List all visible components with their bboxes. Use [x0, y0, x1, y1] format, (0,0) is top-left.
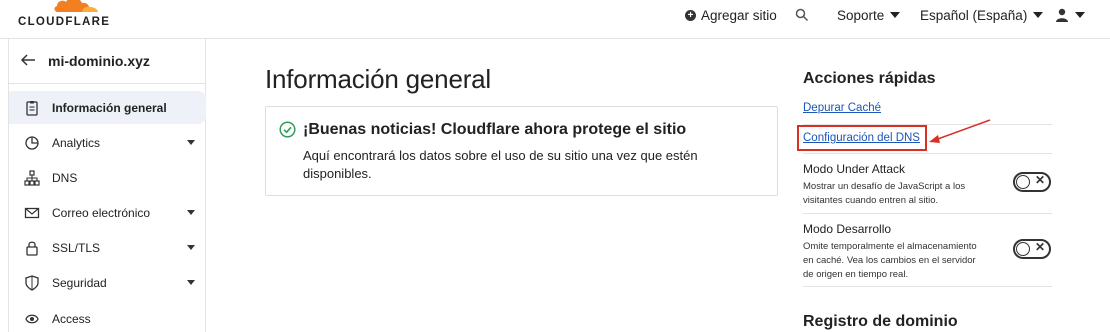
- sidebar: mi-dominio.xyz Información general Analy…: [8, 39, 206, 332]
- site-name: mi-dominio.xyz: [48, 53, 150, 69]
- top-bar: CLOUDFLARE + Agregar sitio Soporte Españ…: [0, 0, 1110, 39]
- purge-cache-link[interactable]: Depurar Caché: [803, 102, 881, 114]
- site-header: mi-dominio.xyz: [9, 39, 206, 84]
- back-arrow-icon[interactable]: [20, 53, 36, 67]
- chevron-down-icon: [187, 280, 195, 285]
- sidebar-item-label: Seguridad: [52, 275, 107, 290]
- sidebar-item-label: Información general: [52, 100, 167, 115]
- toggle-knob: [1016, 242, 1030, 256]
- divider: [803, 153, 1052, 154]
- user-icon: [1056, 8, 1068, 22]
- sidebar-item-dns[interactable]: DNS: [9, 161, 206, 194]
- dev-mode-description: Omite temporalmente el almacenamiento en…: [803, 241, 977, 280]
- plus-icon: +: [685, 9, 696, 21]
- search-button[interactable]: [795, 7, 809, 23]
- sidebar-item-access[interactable]: Access: [9, 302, 206, 332]
- clipboard-icon: [26, 101, 38, 116]
- chevron-down-icon: [1075, 12, 1085, 18]
- access-icon: [25, 314, 39, 324]
- dev-mode-toggle[interactable]: ✕: [1013, 239, 1051, 259]
- sidebar-item-ssl-tls[interactable]: SSL/TLS: [9, 231, 206, 264]
- notice-body: Aquí encontrará los datos sobre el uso d…: [303, 148, 698, 181]
- domain-registration-title: Registro de dominio: [803, 313, 958, 330]
- sidebar-item-label: Correo electrónico: [52, 205, 151, 220]
- cloudflare-logo[interactable]: CLOUDFLARE: [18, 0, 111, 30]
- dns-config-link[interactable]: Configuración del DNS: [803, 132, 920, 144]
- sidebar-item-analytics[interactable]: Analytics: [9, 126, 206, 159]
- check-circle-icon: [279, 121, 296, 138]
- support-label: Soporte: [837, 7, 885, 23]
- chevron-down-icon: [890, 12, 901, 18]
- sidebar-item-label: SSL/TLS: [52, 240, 101, 255]
- under-attack-title: Modo Under Attack: [803, 162, 906, 176]
- chevron-down-icon: [187, 210, 195, 215]
- under-attack-toggle[interactable]: ✕: [1013, 172, 1051, 192]
- toggle-knob: [1016, 175, 1030, 189]
- dev-mode-title: Modo Desarrollo: [803, 222, 892, 236]
- chevron-down-icon: [187, 140, 195, 145]
- shield-icon: [25, 275, 39, 291]
- lock-icon: [26, 241, 38, 256]
- quick-actions-title: Acciones rápidas: [803, 70, 936, 87]
- close-icon: ✕: [1034, 173, 1045, 187]
- add-site-button[interactable]: + Agregar sitio: [685, 7, 777, 23]
- sidebar-item-label: Analytics: [52, 135, 101, 150]
- sidebar-item-label: DNS: [52, 170, 78, 185]
- chevron-down-icon: [187, 245, 195, 250]
- cloud-logo-icon: [54, 0, 98, 12]
- network-icon: [24, 170, 40, 186]
- notice-title: ¡Buenas noticias! Cloudflare ahora prote…: [303, 121, 687, 138]
- divider: [803, 286, 1052, 287]
- chart-pie-icon: [25, 136, 39, 150]
- success-notice: ¡Buenas noticias! Cloudflare ahora prote…: [265, 106, 778, 196]
- close-icon: ✕: [1034, 240, 1045, 254]
- logo-text: CLOUDFLARE: [18, 16, 111, 28]
- email-icon: [24, 207, 40, 219]
- sidebar-item-email[interactable]: Correo electrónico: [9, 196, 206, 229]
- sidebar-item-security[interactable]: Seguridad: [9, 266, 206, 299]
- page-title: Información general: [265, 64, 491, 94]
- language-label: Español (España): [920, 7, 1028, 23]
- support-menu[interactable]: Soporte: [837, 7, 901, 23]
- divider: [803, 213, 1052, 214]
- user-menu[interactable]: [1055, 7, 1085, 23]
- chevron-down-icon: [1033, 12, 1044, 18]
- add-site-label: Agregar sitio: [701, 7, 777, 23]
- language-menu[interactable]: Español (España): [920, 7, 1044, 23]
- sidebar-item-overview[interactable]: Información general: [9, 91, 206, 124]
- under-attack-description: Mostrar un desafío de JavaScript a los v…: [803, 181, 966, 206]
- sidebar-item-label: Access: [52, 311, 91, 326]
- search-icon: [795, 8, 809, 22]
